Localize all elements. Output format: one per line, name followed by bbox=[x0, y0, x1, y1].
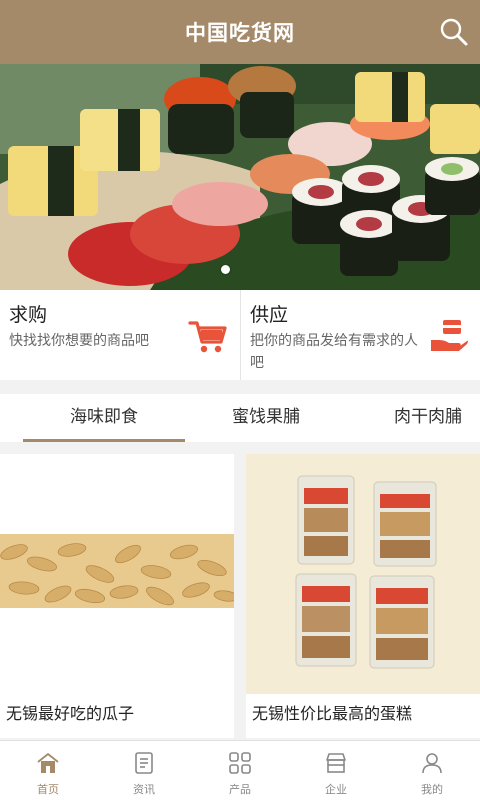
news-icon bbox=[135, 752, 153, 774]
tile-buy-title: 求购 bbox=[9, 304, 48, 326]
home-icon bbox=[37, 753, 59, 773]
grid-icon bbox=[229, 752, 251, 774]
tile-supply-title: 供应 bbox=[250, 304, 289, 326]
nav-news[interactable]: 资讯 bbox=[96, 741, 192, 800]
quick-actions: 求购 快找找你想要的商品吧 供应 把你的商品发给有需求的人吧 bbox=[0, 290, 480, 380]
nav-company[interactable]: 企业 bbox=[288, 741, 384, 800]
tile-buy-desc: 快找找你想要的商品吧 bbox=[9, 333, 149, 349]
tab-seafood[interactable]: 海味即食 bbox=[23, 394, 185, 442]
tab-candied-fruit[interactable]: 蜜饯果脯 bbox=[185, 394, 347, 442]
nav-label: 企业 bbox=[325, 783, 347, 796]
product-title: 无锡性价比最高的蛋糕 bbox=[252, 704, 413, 723]
packaged-cakes-photo bbox=[246, 454, 480, 694]
product-card[interactable]: 无锡性价比最高的蛋糕 bbox=[246, 454, 480, 738]
sushi-banner-image bbox=[0, 64, 480, 290]
nav-label: 资讯 bbox=[133, 783, 155, 796]
nav-label: 首页 bbox=[37, 783, 59, 796]
hand-gift-icon bbox=[431, 320, 468, 351]
search-icon[interactable] bbox=[438, 16, 470, 48]
user-icon bbox=[422, 753, 442, 774]
tile-supply-desc: 把你的商品发给有需求的人吧 bbox=[250, 333, 418, 371]
nav-label: 我的 bbox=[421, 783, 443, 796]
active-tab-indicator bbox=[23, 439, 185, 442]
tile-supply[interactable]: 供应 把你的商品发给有需求的人吧 bbox=[240, 290, 480, 380]
category-tabs: 海味即食 蜜饯果脯 肉干肉脯 bbox=[0, 394, 480, 442]
sunflower-seeds-photo bbox=[0, 454, 234, 694]
tab-jerky[interactable]: 肉干肉脯 bbox=[347, 394, 480, 442]
cart-icon bbox=[188, 321, 227, 353]
app-screen: 中国吃货网 求购 快找找你想要的商品吧 供应 把你的商品发给有需求的人吧 海味即… bbox=[0, 0, 480, 800]
carousel-indicator[interactable] bbox=[221, 265, 230, 274]
nav-home[interactable]: 首页 bbox=[0, 741, 96, 800]
hero-banner[interactable] bbox=[0, 64, 480, 290]
nav-profile[interactable]: 我的 bbox=[384, 741, 480, 800]
page-title: 中国吃货网 bbox=[185, 21, 295, 45]
tile-buy[interactable]: 求购 快找找你想要的商品吧 bbox=[0, 290, 240, 380]
bottom-nav: 首页 资讯 产品 企业 我的 bbox=[0, 740, 480, 800]
nav-products[interactable]: 产品 bbox=[192, 741, 288, 800]
product-card[interactable]: 无锡最好吃的瓜子 bbox=[0, 454, 234, 738]
top-bar: 中国吃货网 bbox=[0, 0, 480, 64]
nav-label: 产品 bbox=[229, 783, 251, 796]
product-title: 无锡最好吃的瓜子 bbox=[6, 704, 135, 723]
store-icon bbox=[326, 753, 346, 773]
